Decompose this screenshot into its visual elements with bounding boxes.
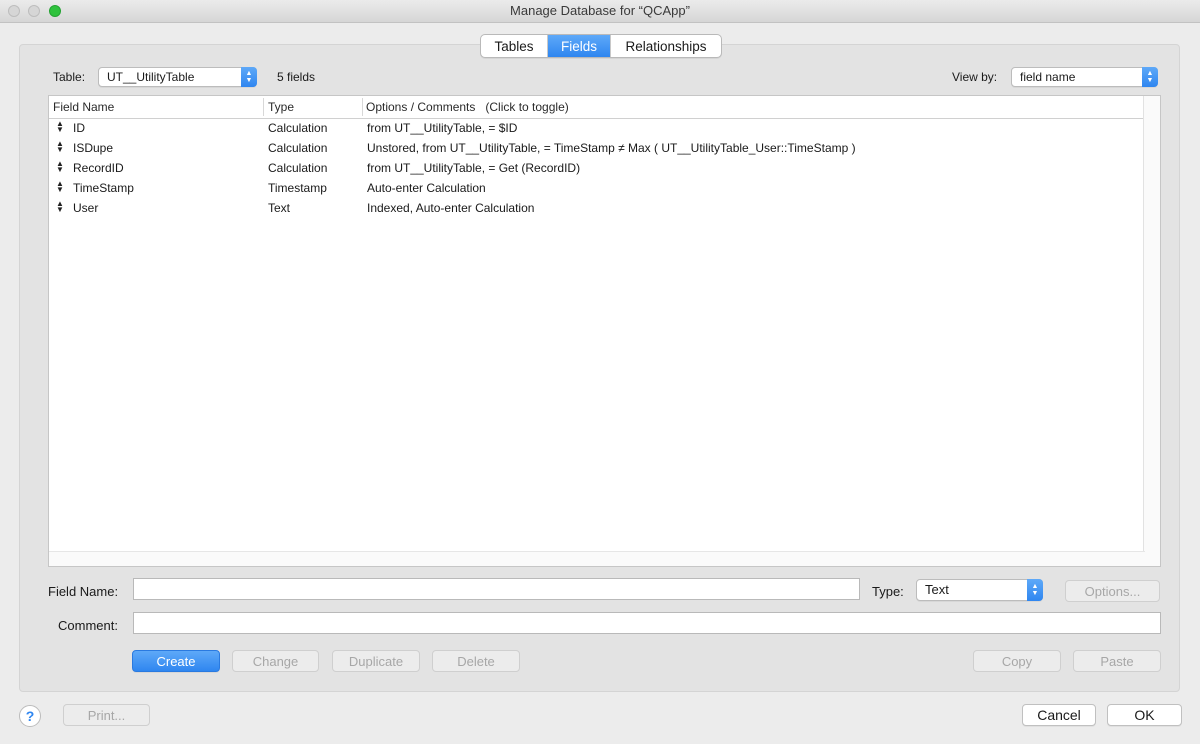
table-row[interactable]: ▲ ▼ ID Calculation from UT__UtilityTable,… (49, 118, 1145, 138)
title-bar: Manage Database for “QCApp” (0, 0, 1200, 23)
table-row[interactable]: ▲ ▼ RecordID Calculation from UT__Utility… (49, 158, 1145, 178)
table-row[interactable]: ▲ ▼ ISDupe Calculation Unstored, from UT_… (49, 138, 1145, 158)
field-name-cell: TimeStamp (73, 181, 134, 195)
field-options-cell: from UT__UtilityTable, = Get (RecordID) (367, 161, 581, 175)
paste-button[interactable]: Paste (1073, 650, 1161, 672)
tab-tables[interactable]: Tables (481, 35, 548, 57)
help-icon[interactable]: ? (19, 705, 41, 727)
comment-input[interactable] (133, 612, 1161, 634)
updown-arrow-icon[interactable]: ▲ ▼ (56, 140, 64, 154)
table-select-value: UT__UtilityTable (107, 70, 195, 84)
fields-table[interactable]: Field Name Type Options / Comments (Clic… (48, 95, 1161, 567)
field-name-input[interactable] (133, 578, 860, 600)
column-divider[interactable] (263, 98, 264, 116)
tab-bar: Tables Fields Relationships (480, 34, 722, 58)
horizontal-scrollbar[interactable] (49, 551, 1145, 566)
vertical-scrollbar[interactable] (1143, 96, 1160, 566)
view-by-select[interactable]: field name ▲ ▼ (1011, 67, 1158, 87)
field-name-cell: ID (73, 121, 85, 135)
options-button[interactable]: Options... (1065, 580, 1160, 602)
column-header-options[interactable]: Options / Comments (Click to toggle) (366, 100, 569, 114)
field-type-cell: Text (268, 201, 291, 215)
field-type-cell: Calculation (268, 121, 328, 135)
field-options-cell: Unstored, from UT__UtilityTable, = TimeS… (367, 141, 856, 155)
comment-label: Comment: (58, 618, 118, 633)
column-divider[interactable] (362, 98, 363, 116)
type-select-value: Text (925, 582, 949, 597)
column-header-field-name[interactable]: Field Name (53, 100, 114, 114)
table-header: Field Name Type Options / Comments (Clic… (49, 96, 1145, 119)
chevron-updown-icon: ▲ ▼ (241, 67, 257, 87)
field-name-cell: User (73, 201, 99, 215)
field-options-cell: from UT__UtilityTable, = $ID (367, 121, 518, 135)
chevron-updown-icon: ▲ ▼ (1027, 579, 1043, 601)
table-label: Table: (53, 70, 86, 84)
copy-button[interactable]: Copy (973, 650, 1061, 672)
updown-arrow-icon[interactable]: ▲ ▼ (56, 200, 64, 214)
tab-relationships[interactable]: Relationships (611, 35, 721, 57)
table-row[interactable]: ▲ ▼ TimeStamp Timestamp Auto-enter Calcul… (49, 178, 1145, 198)
change-button[interactable]: Change (232, 650, 319, 672)
table-row[interactable]: ▲ ▼ User Text Indexed, Auto-enter Calcula… (49, 198, 1145, 218)
field-type-cell: Calculation (268, 141, 328, 155)
column-header-type[interactable]: Type (268, 100, 294, 114)
type-label: Type: (872, 584, 904, 599)
ok-button[interactable]: OK (1107, 704, 1182, 726)
field-type-cell: Timestamp (268, 181, 327, 195)
type-select[interactable]: Text ▲ ▼ (916, 579, 1043, 601)
delete-button[interactable]: Delete (432, 650, 520, 672)
field-options-cell: Indexed, Auto-enter Calculation (367, 201, 535, 215)
view-by-value: field name (1020, 70, 1076, 84)
duplicate-button[interactable]: Duplicate (332, 650, 420, 672)
chevron-updown-icon: ▲ ▼ (1142, 67, 1158, 87)
field-options-cell: Auto-enter Calculation (367, 181, 486, 195)
updown-arrow-icon[interactable]: ▲ ▼ (56, 120, 64, 134)
table-select[interactable]: UT__UtilityTable ▲ ▼ (98, 67, 257, 87)
field-type-cell: Calculation (268, 161, 328, 175)
tab-fields[interactable]: Fields (548, 35, 611, 57)
cancel-button[interactable]: Cancel (1022, 704, 1096, 726)
field-name-cell: RecordID (73, 161, 124, 175)
updown-arrow-icon[interactable]: ▲ ▼ (56, 180, 64, 194)
field-name-cell: ISDupe (73, 141, 114, 155)
view-by-label: View by: (952, 70, 998, 84)
field-name-label: Field Name: (48, 584, 119, 599)
field-count: 5 fields (277, 70, 316, 84)
updown-arrow-icon[interactable]: ▲ ▼ (56, 160, 64, 174)
window-title: Manage Database for “QCApp” (510, 3, 690, 18)
print-button[interactable]: Print... (63, 704, 150, 726)
create-button[interactable]: Create (132, 650, 220, 672)
